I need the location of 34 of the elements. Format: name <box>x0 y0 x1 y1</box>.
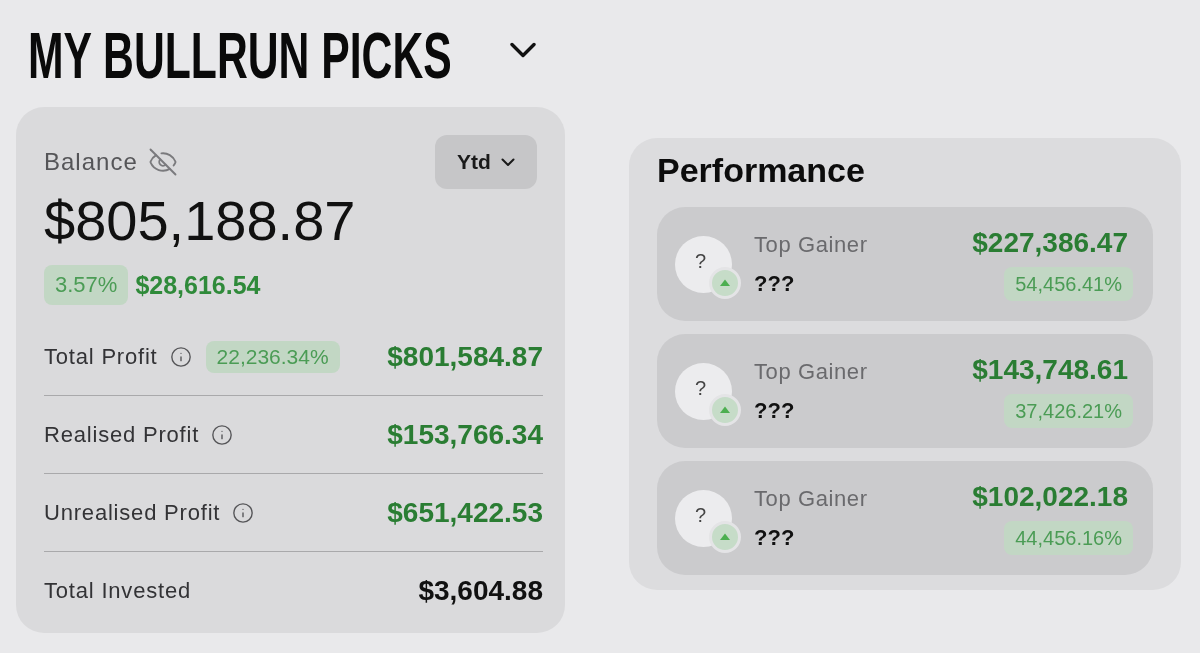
profit-label: Total Invested <box>44 578 191 604</box>
profit-label: Total Profit <box>44 343 158 370</box>
coin-name: ??? <box>754 397 796 424</box>
coin-name: ??? <box>754 524 796 551</box>
period-dropdown[interactable]: Ytd <box>435 135 537 189</box>
profit-percent: 22,236.34% <box>205 340 340 373</box>
gainer-value: $227,386.47 <box>972 227 1128 259</box>
gainer-value: $102,022.18 <box>972 481 1128 513</box>
profit-value: $801,584.87 <box>387 340 543 373</box>
gainer-label: Top Gainer <box>754 358 868 385</box>
gainer-value: $143,748.61 <box>972 354 1128 386</box>
chevron-down-icon <box>500 157 515 167</box>
info-icon[interactable] <box>211 423 234 446</box>
info-icon[interactable] <box>232 501 255 524</box>
profit-value: $153,766.34 <box>387 418 543 451</box>
gain-percent: 54,456.41% <box>1004 267 1133 301</box>
performance-title: Performance <box>657 150 866 190</box>
profit-value: $651,422.53 <box>387 496 543 529</box>
change-percent: 3.57% <box>44 265 129 305</box>
balance-amount: $805,188.87 <box>44 193 356 249</box>
coin-name: ??? <box>754 270 796 297</box>
page-title: MY BULLRUN PICKS <box>28 24 452 88</box>
change-amount: $28,616.54 <box>135 270 261 300</box>
info-icon[interactable] <box>169 345 192 368</box>
profit-label: Realised Profit <box>44 421 200 448</box>
gain-percent: 44,456.16% <box>1004 521 1133 555</box>
profit-label: Unrealised Profit <box>44 499 221 526</box>
eye-off-icon[interactable] <box>147 147 178 177</box>
chevron-down-icon[interactable] <box>510 42 536 58</box>
gainer-label: Top Gainer <box>754 231 868 258</box>
profit-value: $3,604.88 <box>418 575 543 607</box>
gainer-label: Top Gainer <box>754 485 868 512</box>
balance-label: Balance <box>44 148 138 176</box>
gain-percent: 37,426.21% <box>1004 394 1133 428</box>
